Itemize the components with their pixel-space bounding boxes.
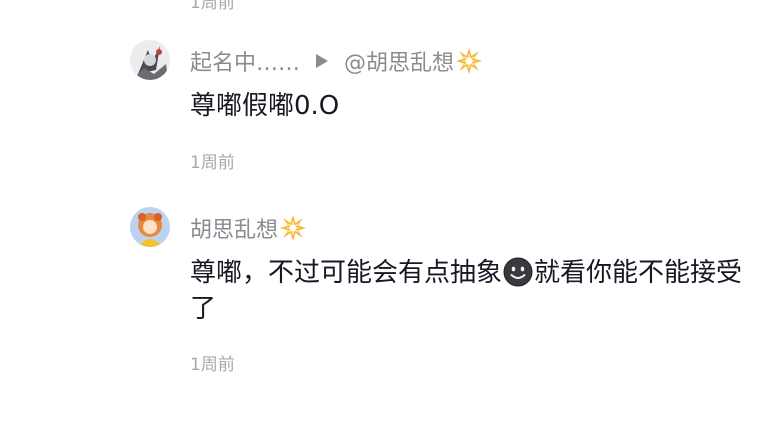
burst-sparkle-icon — [456, 48, 483, 74]
comment-header: 起名中…… @胡思乱想 — [190, 45, 483, 77]
comment-text-part-1: 尊嘟，不过可能会有点抽象 — [190, 258, 503, 288]
comment-text: 尊嘟假嘟0.O — [190, 91, 340, 121]
comment-time: 1周前 — [190, 153, 235, 173]
burst-sparkle-icon — [280, 215, 307, 241]
dark-smiley-emoji-icon — [503, 257, 533, 287]
username[interactable]: 胡思乱想 — [190, 212, 278, 244]
comment-text: 尊嘟，不过可能会有点抽象 就看你能不能接受了 — [190, 255, 750, 327]
avatar[interactable] — [130, 40, 170, 80]
username[interactable]: 起名中…… — [190, 45, 300, 77]
avatar[interactable] — [130, 207, 170, 247]
reply-arrow-icon — [316, 54, 329, 68]
comment-header: 胡思乱想 — [190, 212, 307, 244]
comment-time: 1周前 — [190, 355, 235, 375]
reply-target[interactable]: @胡思乱想 — [344, 45, 454, 77]
previous-comment-time: 1周前 — [190, 0, 235, 13]
